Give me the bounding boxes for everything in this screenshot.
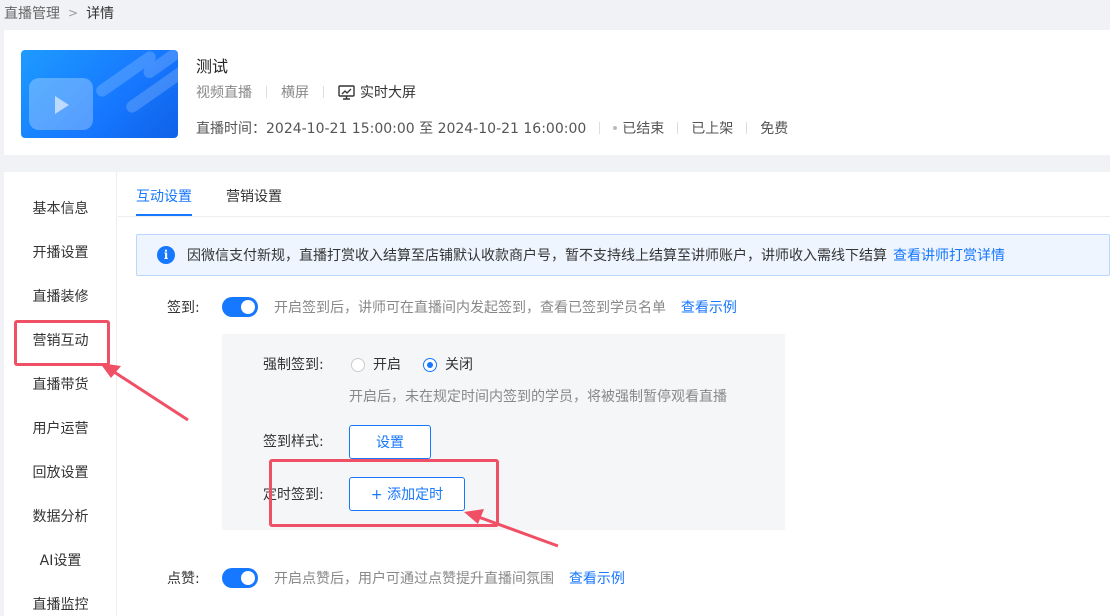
annotation-arrowhead-2: [464, 509, 484, 524]
annotation-arrow-line-1: [107, 366, 189, 422]
annotation-arrows: [100, 363, 559, 548]
page: 直播管理 > 详情 测试 视频直播 横屏 实时大屏 直播时间： 2024-10-…: [0, 0, 1110, 616]
annotation-arrow-line-2: [472, 513, 559, 548]
